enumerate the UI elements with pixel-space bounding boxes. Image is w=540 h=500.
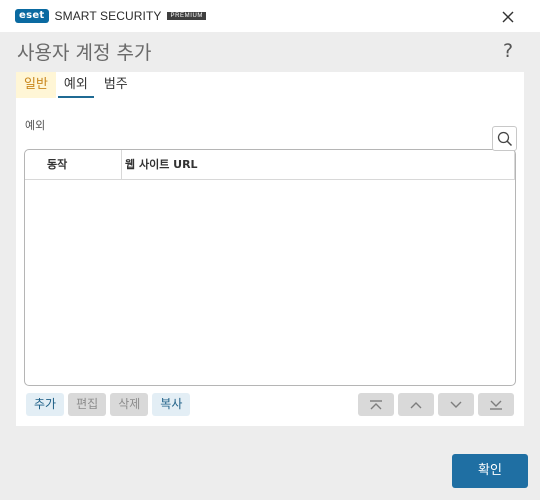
brand-mark: eset (15, 8, 49, 23)
edit-button[interactable]: 편집 (68, 393, 107, 416)
help-button[interactable]: ? (503, 40, 513, 62)
edition-badge: PREMIUM (167, 11, 207, 20)
table-action-buttons: 추가 편집 삭제 복사 (26, 393, 191, 416)
close-button[interactable] (497, 6, 519, 28)
move-top-icon (370, 399, 382, 409)
move-top-button[interactable] (358, 393, 394, 416)
exceptions-table: 동작 웹 사이트 URL (24, 149, 516, 386)
move-up-button[interactable] (398, 393, 434, 416)
settings-panel: 일반 예외 범주 예외 동작 웹 사이트 URL 추가 편집 삭제 복사 (16, 72, 524, 426)
move-bottom-icon (490, 400, 502, 410)
copy-button[interactable]: 복사 (152, 393, 191, 416)
column-header-action[interactable]: 동작 (25, 150, 122, 180)
move-buttons (358, 393, 514, 416)
title-bar: eset SMART SECURITY PREMIUM (0, 0, 540, 32)
dialog-title: 사용자 계정 추가 (17, 42, 152, 64)
move-down-icon (450, 401, 462, 408)
exceptions-section-label: 예외 (25, 119, 46, 132)
tab-exceptions[interactable]: 예외 (56, 72, 96, 98)
table-header: 동작 웹 사이트 URL (25, 150, 515, 180)
tab-general[interactable]: 일반 (16, 72, 56, 98)
tab-bar: 일반 예외 범주 (16, 72, 136, 98)
table-body[interactable] (25, 181, 515, 385)
ok-button[interactable]: 확인 (452, 454, 528, 488)
tab-categories[interactable]: 범주 (96, 72, 136, 98)
delete-button[interactable]: 삭제 (110, 393, 149, 416)
eset-logo: eset SMART SECURITY PREMIUM (15, 8, 207, 23)
column-header-website-url[interactable]: 웹 사이트 URL (122, 150, 515, 180)
move-down-button[interactable] (438, 393, 474, 416)
search-icon (497, 131, 512, 146)
product-name: SMART SECURITY (54, 8, 162, 23)
search-button[interactable] (492, 126, 517, 151)
move-bottom-button[interactable] (478, 393, 514, 416)
close-icon (502, 11, 514, 23)
add-button[interactable]: 추가 (26, 393, 65, 416)
move-up-icon (410, 401, 422, 408)
